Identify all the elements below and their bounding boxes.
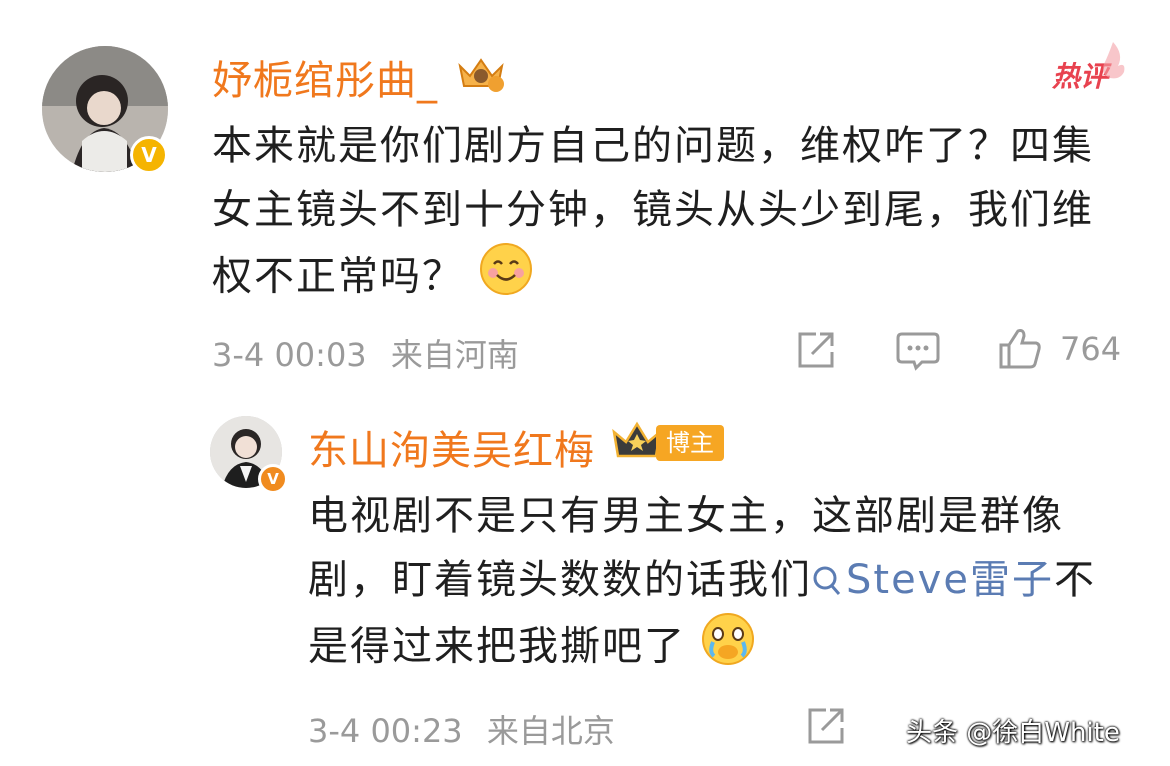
- crying-emoji: [701, 612, 755, 685]
- blogger-tag: 博主: [656, 425, 724, 461]
- watermark: 头条 @徐白White: [906, 718, 1120, 748]
- like-icon[interactable]: [998, 327, 1042, 369]
- like-count: 764: [1060, 330, 1122, 368]
- search-icon: [813, 566, 841, 595]
- reply-time: 3-4 00:23: [308, 712, 463, 750]
- reply-share-icon[interactable]: [806, 706, 848, 746]
- comment-text: 本来就是你们剧方自己的问题，维权咋了？四集女主镜头不到十分钟，镜头从头少到尾，我…: [212, 114, 1112, 315]
- comment-text-body: 本来就是你们剧方自己的问题，维权咋了？四集女主镜头不到十分钟，镜头从头少到尾，我…: [212, 123, 1094, 300]
- verified-badge: V: [130, 136, 168, 174]
- crown-level-icon: [454, 52, 508, 94]
- verified-badge-orange: V: [258, 464, 288, 494]
- replier-username[interactable]: 东山洵美吴红梅: [308, 418, 595, 476]
- smile-emoji: [479, 242, 533, 315]
- mention-name: Steve雷子: [846, 557, 1054, 603]
- comment-location: 来自河南: [390, 336, 519, 374]
- reply-location: 来自北京: [486, 712, 615, 750]
- commenter-username[interactable]: 妤栀绾彤曲_: [212, 48, 438, 106]
- reply-text: 电视剧不是只有男主女主，这部剧是群像剧，盯着镜头数数的话我们 Steve雷子不是得…: [308, 484, 1118, 685]
- comment-time: 3-4 00:03: [212, 336, 367, 374]
- comment-meta: 3-4 00:03 来自河南: [212, 330, 519, 376]
- share-icon[interactable]: [796, 330, 838, 370]
- mention-link[interactable]: Steve雷子: [812, 557, 1054, 603]
- reply-meta: 3-4 00:23 来自北京: [308, 706, 615, 752]
- flame-icon: [1098, 40, 1128, 80]
- comment-icon[interactable]: [896, 330, 940, 372]
